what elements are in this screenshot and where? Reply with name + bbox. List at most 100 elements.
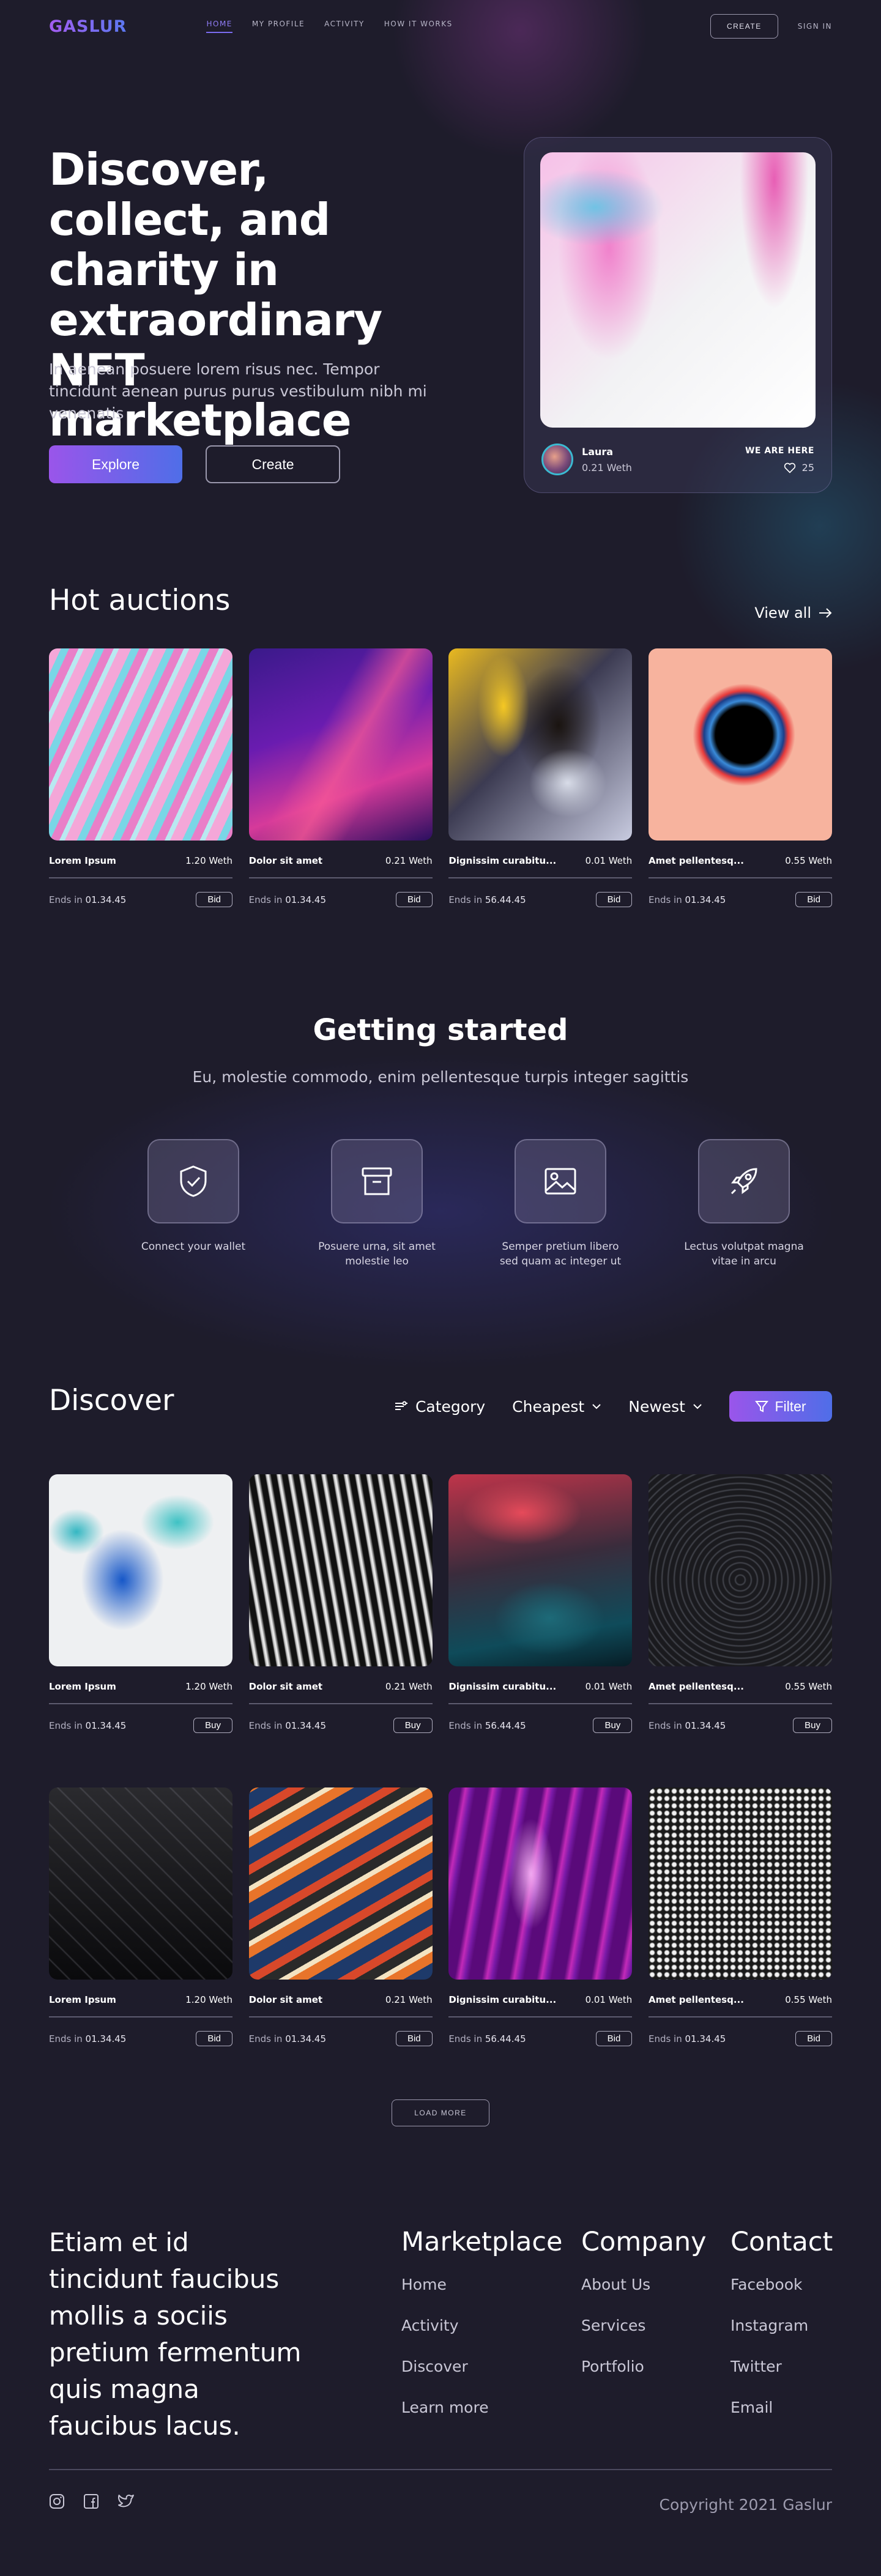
divider (248, 877, 433, 878)
step-connect-wallet[interactable]: Connect your wallet (102, 1139, 285, 1269)
filter-button[interactable]: Filter (729, 1391, 832, 1422)
creator-name: Laura (582, 446, 614, 458)
nft-price: 1.20 Weth (185, 1681, 232, 1692)
nft-name: Dolor sit amet (248, 855, 323, 866)
auction-card[interactable]: Dignissim curabitu... 0.01 Weth Ends in 5… (448, 648, 633, 907)
footer-link-activity[interactable]: Activity (401, 2317, 563, 2334)
bid-button[interactable]: Bid (795, 892, 832, 907)
step-label: Posuere urna, sit amet molestie leo (318, 1241, 436, 1268)
discover-card[interactable]: Dolor sit amet 0.21 Weth Ends in 01.34.45… (248, 1474, 433, 1733)
nft-name: Lorem Ipsum (49, 1994, 116, 2005)
nav-link-home[interactable]: HOME (206, 20, 232, 33)
buy-button[interactable]: Buy (593, 1718, 633, 1733)
twitter-icon[interactable] (117, 2493, 135, 2508)
footer-link-email[interactable]: Email (730, 2399, 833, 2416)
step-lectus[interactable]: Lectus volutpat magna vitae in arcu (652, 1139, 836, 1269)
buy-button[interactable]: Buy (193, 1718, 232, 1733)
bid-button[interactable]: Bid (595, 2031, 633, 2046)
order-dropdown[interactable]: Newest (628, 1398, 702, 1416)
discover-card[interactable]: Dolor sit amet 0.21 Weth Ends in 01.34.45… (248, 1787, 433, 2046)
ends-in: Ends in 01.34.45 (49, 894, 126, 905)
nft-price: 0.01 Weth (585, 1994, 633, 2005)
step-semper[interactable]: Semper pretium libero sed quam ac intege… (469, 1139, 652, 1269)
footer-link-about-us[interactable]: About Us (581, 2276, 707, 2293)
top-nav: GASLUR HOME MY PROFILE ACTIVITY HOW IT W… (49, 0, 832, 53)
ends-label: Ends in (49, 894, 83, 905)
nft-name: Dignissim curabitu... (448, 1994, 557, 2005)
getting-started-steps: Connect your wallet Posuere urna, sit am… (102, 1139, 836, 1269)
auction-card[interactable]: Dolor sit amet 0.21 Weth Ends in 01.34.45… (248, 648, 433, 907)
instagram-icon[interactable] (49, 2493, 65, 2509)
category-filter[interactable]: Category (395, 1398, 485, 1416)
nft-price: 0.55 Weth (785, 855, 832, 866)
sort-label: Cheapest (512, 1397, 585, 1416)
ends-in: Ends in 01.34.45 (649, 2033, 726, 2044)
auction-card[interactable]: Lorem Ipsum 1.20 Weth Ends in 01.34.45 Bid (49, 648, 232, 907)
nft-name: Dignissim curabitu... (448, 855, 557, 866)
step-label: Semper pretium libero sed quam ac intege… (499, 1241, 622, 1268)
bid-button[interactable]: Bid (795, 2031, 832, 2046)
buy-button[interactable]: Buy (393, 1718, 433, 1733)
discover-card[interactable]: Dignissim curabitu... 0.01 Weth Ends in 5… (448, 1474, 633, 1733)
bid-button[interactable]: Bid (595, 892, 633, 907)
nft-price: 0.55 Weth (785, 1681, 832, 1692)
ends-label: Ends in (648, 894, 682, 905)
divider (448, 1703, 633, 1704)
footer-tagline: Etiam et id tincidunt faucibus mollis a … (49, 2227, 302, 2441)
step-posuere[interactable]: Posuere urna, sit amet molestie leo (285, 1139, 469, 1269)
footer-link-learn-more[interactable]: Learn more (401, 2399, 563, 2416)
footer-link-portfolio[interactable]: Portfolio (581, 2358, 707, 2375)
footer-link-twitter[interactable]: Twitter (730, 2358, 833, 2375)
discover-card[interactable]: Dignissim curabitu... 0.01 Weth Ends in 5… (448, 1787, 633, 2046)
likes[interactable]: 25 (784, 462, 814, 473)
nft-image (49, 1787, 232, 1980)
arrow-right-icon (819, 608, 832, 618)
nft-image (49, 1474, 232, 1666)
logo[interactable]: GASLUR (49, 17, 127, 36)
countdown: 01.34.45 (685, 894, 726, 905)
nav-link-activity[interactable]: ACTIVITY (324, 20, 365, 33)
footer-link-discover[interactable]: Discover (401, 2358, 563, 2375)
footer-link-instagram[interactable]: Instagram (730, 2317, 833, 2334)
facebook-icon[interactable] (83, 2493, 99, 2509)
category-label: Category (415, 1397, 486, 1416)
featured-nft-card[interactable]: Laura 0.21 Weth WE ARE HERE 25 (524, 137, 832, 493)
buy-button[interactable]: Buy (793, 1718, 832, 1733)
chevron-down-icon (592, 1404, 601, 1409)
likes-count: 25 (801, 462, 814, 473)
nft-image (648, 1474, 832, 1666)
load-more-button[interactable]: LOAD MORE (392, 2099, 489, 2126)
bid-button[interactable]: Bid (196, 892, 232, 907)
auction-card[interactable]: Amet pellentesq... 0.55 Weth Ends in 01.3… (648, 648, 832, 907)
sign-in-link[interactable]: SIGN IN (798, 22, 832, 31)
nav-link-my-profile[interactable]: MY PROFILE (252, 20, 305, 33)
footer-divider (49, 2469, 832, 2470)
bid-button[interactable]: Bid (395, 2031, 433, 2046)
image-icon (545, 1168, 576, 1195)
divider (648, 877, 832, 878)
discover-card[interactable]: Amet pellentesq... 0.55 Weth Ends in 01.3… (648, 1787, 832, 2046)
discover-card[interactable]: Lorem Ipsum 1.20 Weth Ends in 01.34.45 Bid (49, 1787, 232, 2046)
nft-image (448, 1474, 633, 1666)
nft-price: 0.21 Weth (385, 855, 433, 866)
sort-dropdown[interactable]: Cheapest (512, 1398, 601, 1416)
footer-col-marketplace: Marketplace Home Activity Discover Learn… (401, 2227, 563, 2440)
countdown: 56.44.45 (485, 2033, 526, 2044)
nav-create-button[interactable]: CREATE (710, 14, 778, 39)
step-label: Connect your wallet (141, 1241, 246, 1253)
footer-link-facebook[interactable]: Facebook (730, 2276, 833, 2293)
ends-label: Ends in (448, 894, 483, 905)
footer-link-services[interactable]: Services (581, 2317, 707, 2334)
bid-button[interactable]: Bid (395, 892, 433, 907)
view-all-link[interactable]: View all (754, 604, 832, 622)
hero-create-button[interactable]: Create (206, 445, 340, 483)
divider (248, 1703, 433, 1704)
footer-link-home[interactable]: Home (401, 2276, 563, 2293)
discover-card[interactable]: Lorem Ipsum 1.20 Weth Ends in 01.34.45 Buy (49, 1474, 232, 1733)
discover-card[interactable]: Amet pellentesq... 0.55 Weth Ends in 01.3… (648, 1474, 832, 1733)
bid-button[interactable]: Bid (196, 2031, 232, 2046)
nft-image (448, 648, 633, 841)
nav-link-how-it-works[interactable]: HOW IT WORKS (384, 20, 453, 33)
avatar[interactable] (541, 444, 573, 475)
explore-button[interactable]: Explore (49, 445, 182, 483)
